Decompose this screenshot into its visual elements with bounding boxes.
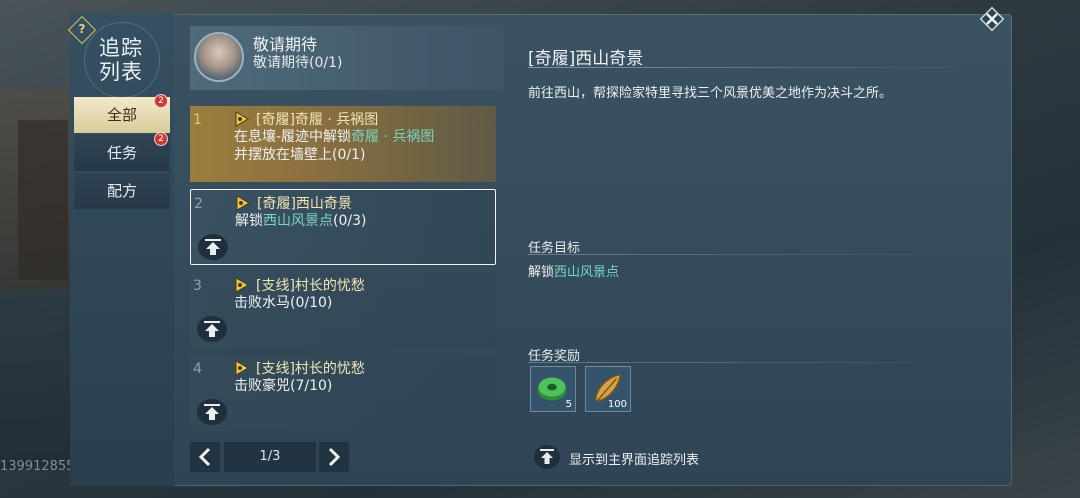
goal-divider — [528, 254, 974, 255]
quest-desc-highlight: 奇履 · 兵祸图 — [351, 129, 435, 145]
tab-all-badge: 2 — [154, 94, 168, 108]
tab-tasks[interactable]: 任务 2 — [74, 132, 170, 171]
quest-number: 4 — [193, 361, 202, 377]
reward-slot-2[interactable]: 100 — [585, 366, 631, 412]
header-card-subtitle: 敬请期待(0/1) — [253, 55, 343, 71]
quest-desc: 在息壤-履迹中解锁奇履 · 兵祸图 并摆放在墙壁上(0/1) — [234, 128, 434, 164]
pin-to-top-icon[interactable] — [197, 232, 229, 262]
quest-desc-text: 解锁 — [235, 213, 263, 229]
sidebar-title-line2: 列表 — [99, 60, 143, 84]
tab-recipes[interactable]: 配方 — [74, 173, 170, 209]
quest-marker-icon — [235, 111, 249, 127]
detail-title: [奇履]西山奇景 — [528, 49, 644, 69]
goal-highlight: 西山风景点 — [554, 265, 620, 280]
background-door — [18, 120, 68, 280]
quest-number: 1 — [193, 112, 202, 128]
next-page-button[interactable] — [319, 442, 349, 472]
tab-recipes-label: 配方 — [106, 182, 137, 200]
prev-page-button[interactable] — [190, 442, 220, 472]
tab-all-label: 全部 — [106, 106, 137, 124]
quest-title: [奇履]西山奇景 — [257, 196, 352, 212]
quest-marker-icon — [235, 360, 249, 376]
quest-number: 3 — [193, 278, 202, 294]
quest-desc-line2: 并摆放在墙壁上(0/1) — [234, 147, 366, 163]
quest-desc: 解锁西山风景点(0/3) — [235, 212, 366, 230]
quest-title: [支线]村长的忧愁 — [256, 278, 365, 294]
quest-marker-icon — [235, 277, 249, 293]
quest-desc: 击败豪兕(7/10) — [234, 378, 333, 394]
quest-title: [支线]村长的忧愁 — [256, 361, 365, 377]
quest-number: 2 — [194, 196, 203, 212]
quest-desc: 击败水马(0/10) — [234, 295, 333, 311]
help-icon: ? — [78, 21, 86, 36]
quest-desc-progress: (0/3) — [333, 213, 367, 229]
pin-to-top-icon[interactable] — [196, 397, 228, 427]
reward-slot-1[interactable]: 5 — [530, 366, 576, 412]
pin-to-top-icon[interactable] — [196, 314, 228, 344]
quest-title: [奇履]奇履 · 兵祸图 — [256, 112, 379, 128]
tab-tasks-label: 任务 — [106, 144, 137, 162]
background-water — [0, 290, 80, 470]
quest-item-1[interactable]: 1 [奇履]奇履 · 兵祸图 在息壤-履迹中解锁奇履 · 兵祸图 并摆放在墙壁上… — [190, 106, 496, 182]
detail-divider — [528, 67, 974, 68]
sidebar-title-line1: 追踪 — [99, 36, 143, 60]
quest-marker-icon — [236, 195, 250, 211]
show-on-main-label[interactable]: 显示到主界面追踪列表 — [569, 449, 699, 468]
goal-text-pre: 解锁 — [528, 265, 555, 280]
reward-count: 5 — [565, 399, 572, 410]
reward-divider — [528, 362, 974, 363]
tab-tasks-badge: 2 — [154, 132, 168, 146]
sidebar-title: 追踪 列表 — [98, 36, 144, 86]
quest-item-2[interactable]: 2 [奇履]西山奇景 解锁西山风景点(0/3) — [190, 189, 496, 265]
detail-description: 前往西山，帮探险家特里寻找三个风景优美之地作为决斗之所。 — [528, 86, 893, 101]
close-icon[interactable] — [976, 3, 1008, 35]
quest-desc-text: 在息壤-履迹中解锁 — [234, 129, 352, 145]
avatar — [194, 32, 244, 82]
tab-all[interactable]: 全部 2 — [74, 94, 170, 133]
quest-item-4[interactable]: 4 [支线]村长的忧愁 击败豪兕(7/10) — [190, 355, 496, 431]
show-on-main-icon[interactable] — [533, 443, 561, 471]
quest-desc-highlight: 西山风景点 — [263, 213, 333, 229]
page-indicator: 1/3 — [224, 442, 316, 472]
reward-count: 100 — [607, 399, 627, 410]
goal-text: 解锁西山风景点 — [528, 261, 619, 280]
quest-item-3[interactable]: 3 [支线]村长的忧愁 击败水马(0/10) — [190, 272, 496, 348]
